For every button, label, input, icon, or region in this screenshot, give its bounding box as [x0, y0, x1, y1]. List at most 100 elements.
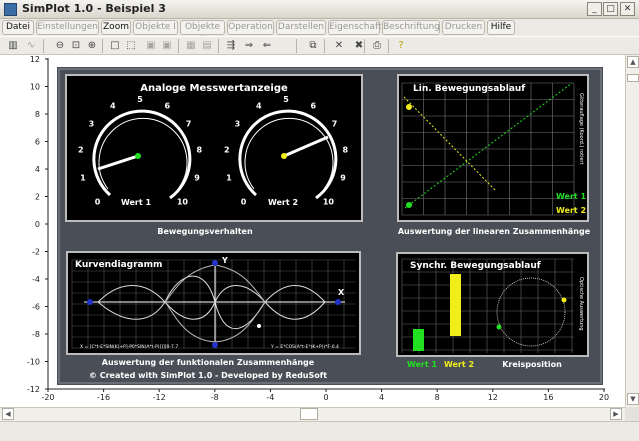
linear-point-2: [406, 104, 412, 110]
copy-format-icon[interactable]: ▤: [200, 39, 214, 53]
horizontal-scrollbar[interactable]: ◀ ▶: [0, 407, 625, 421]
scroll-right-button[interactable]: ▶: [610, 408, 622, 420]
gauge-scale-label: 4: [256, 102, 262, 111]
app-icon: [4, 3, 17, 16]
y-tick-label: 10: [30, 83, 40, 92]
close-button[interactable]: ✕: [620, 2, 635, 16]
gauge-scale-label: 5: [137, 95, 143, 104]
sync-bar-2-label: Wert 2: [444, 360, 474, 369]
window-title: SimPlot 1.0 - Beispiel 3: [22, 2, 166, 15]
group-icon[interactable]: ▣: [144, 39, 158, 53]
menu-datei[interactable]: Datei: [2, 20, 34, 35]
curve-caption: Auswertung der funktionalen Zusammenhäng…: [102, 358, 315, 367]
menu-eigenschaft[interactable]: Eigenschaft: [328, 20, 382, 35]
gauge-scale-label: 8: [196, 146, 202, 155]
y-tick-label: 4: [35, 165, 40, 174]
align-icon[interactable]: ⇶: [224, 39, 238, 53]
menu-objekte-1[interactable]: Objekte I: [133, 20, 178, 35]
sync-bar-2: [450, 274, 461, 336]
x-tick-label: 16: [543, 393, 553, 402]
menu-darstellen[interactable]: Darstellen: [276, 20, 326, 35]
linear-caption: Auswertung der linearen Zusammenhänge: [398, 227, 591, 236]
x-tick-label: -8: [211, 393, 219, 402]
scroll-thumb-horizontal[interactable]: [300, 408, 318, 420]
sync-bar-1: [413, 329, 424, 351]
menu-einstellungen[interactable]: Einstellungen: [36, 20, 99, 35]
status-bar: [0, 421, 639, 441]
gauge-1-hub: [135, 153, 141, 159]
sync-circle-point-2: [496, 324, 502, 330]
gauge-scale-label: 7: [186, 120, 192, 129]
menu-beschriftung[interactable]: Beschriftung: [382, 20, 440, 35]
delete-icon[interactable]: ✕: [332, 39, 346, 53]
curve-marker-left: [87, 299, 93, 305]
x-axis-ticks: -20 -16 -12 -8 -4 0 4 8 12 16 20: [41, 389, 609, 402]
x-tick-label: -20: [41, 393, 54, 402]
grid-icon[interactable]: ▦: [184, 39, 198, 53]
curve-marker-top: [212, 260, 218, 266]
menu-objekte-2[interactable]: Objekte II: [180, 20, 225, 45]
plot-area[interactable]: Analoge Messwertanzeige 0 1 2 3 4 5 6 7 8 9 10 Wer…: [0, 55, 625, 407]
vertical-scrollbar[interactable]: ▲ ▼: [625, 55, 639, 407]
gauge-panel-title: Analoge Messwertanzeige: [140, 83, 288, 94]
menu-hilfe[interactable]: Hilfe: [487, 20, 515, 35]
copy-icon[interactable]: ⧉: [306, 39, 320, 53]
curve-marker-right: [335, 299, 341, 305]
calculator-icon[interactable]: ▥: [6, 39, 20, 53]
gauge-scale-label: 2: [78, 146, 84, 155]
y-axis-ticks: 12 10 8 6 4 2 0 -2 -4 -6 -8 -10 -12: [27, 55, 48, 394]
curve-axis-y-label: Y: [221, 256, 228, 265]
gauge-scale-label: 1: [80, 174, 86, 183]
zoom-window-icon[interactable]: ⊡: [69, 39, 83, 53]
curve-marker-bottom: [212, 342, 218, 348]
move-left-icon[interactable]: ⇐: [260, 39, 274, 53]
curve-tool-icon[interactable]: ∿: [24, 39, 38, 53]
scrollbar-corner: [625, 407, 639, 421]
x-tick-label: -4: [266, 393, 274, 402]
y-tick-label: 0: [35, 220, 40, 229]
gauge-scale-label: 2: [224, 146, 230, 155]
linear-legend-2: Wert 2: [556, 206, 586, 215]
menu-operation[interactable]: Operation: [227, 20, 274, 35]
y-tick-label: 6: [35, 138, 40, 147]
linear-motion-panel[interactable]: Lin. Bewegungsablauf Gitterauflage (Koor…: [397, 74, 589, 222]
plot-canvas: Analoge Messwertanzeige 012345678910 Wer…: [27, 55, 609, 402]
gauge-2-hub: [281, 153, 287, 159]
ungroup-icon[interactable]: ▣: [160, 39, 174, 53]
curve-axis-x-label: X: [338, 288, 345, 297]
gauge-panel[interactable]: Analoge Messwertanzeige 012345678910 Wer…: [65, 74, 363, 222]
curve-diagram-panel[interactable]: Y X Kurvendiagramm X = [C*t-E*SIN(K)+P]-…: [66, 251, 361, 355]
gauge-scale-label: 6: [164, 102, 170, 111]
scroll-left-button[interactable]: ◀: [2, 408, 14, 420]
gauge-caption: Bewegungsverhalten: [157, 227, 253, 236]
select-tool-icon[interactable]: ⬚: [124, 39, 138, 53]
help-icon[interactable]: ?: [394, 39, 408, 53]
gauge-2-label: Wert 2: [268, 198, 298, 207]
y-tick-label: 2: [35, 193, 40, 202]
zoom-out-icon[interactable]: ⊖: [53, 39, 67, 53]
scroll-thumb-vertical[interactable]: [627, 74, 639, 82]
y-tick-label: -6: [32, 303, 40, 312]
zoom-in-icon[interactable]: ⊕: [85, 39, 99, 53]
rectangle-tool-icon[interactable]: □: [108, 39, 122, 53]
sync-side-label: Optische Auswertung: [578, 277, 584, 331]
x-tick-label: 4: [379, 393, 384, 402]
linear-panel-title: Lin. Bewegungsablauf: [413, 84, 525, 94]
sync-panel-title: Synchr. Bewegungsablauf: [410, 261, 541, 271]
sync-bar-1-label: Wert 1: [407, 360, 438, 369]
maximize-button[interactable]: □: [603, 2, 618, 16]
credit-text: © Created with SimPlot 1.0 - Developed b…: [89, 371, 327, 380]
scroll-down-button[interactable]: ▼: [627, 393, 639, 405]
move-right-icon[interactable]: ⇒: [242, 39, 256, 53]
linear-legend-1: Wert 1: [556, 192, 587, 201]
sync-circle-point-1: [561, 297, 567, 303]
sync-motion-panel[interactable]: Synchr. Bewegungsablauf Optische Auswert…: [396, 252, 589, 357]
y-tick-label: 8: [35, 110, 40, 119]
print-icon[interactable]: ⎙: [370, 39, 384, 53]
menu-drucken[interactable]: Drucken: [442, 20, 485, 35]
menu-zoom[interactable]: Zoom: [101, 20, 131, 35]
scroll-up-button[interactable]: ▲: [627, 56, 639, 68]
x-tick-label: -16: [97, 393, 110, 402]
minimize-button[interactable]: _: [587, 2, 602, 16]
gauge-scale-label: 7: [332, 120, 338, 129]
